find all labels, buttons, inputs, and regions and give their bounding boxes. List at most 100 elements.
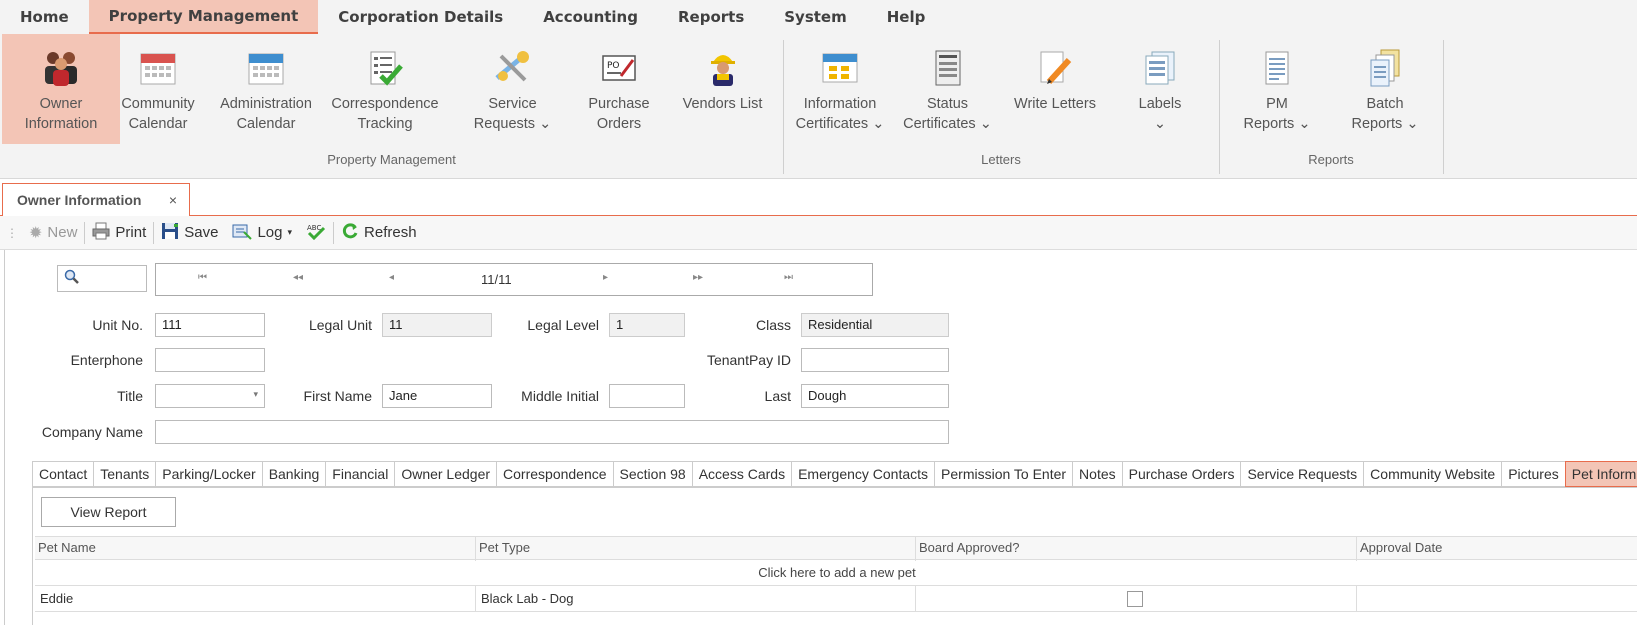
class-field: Residential <box>801 313 949 337</box>
ribbon-label: Calendar <box>128 116 188 132</box>
tenantpay-id-field[interactable] <box>801 348 949 372</box>
tab-contact[interactable]: Contact <box>32 461 94 487</box>
middle-initial-field[interactable] <box>609 384 685 408</box>
menu-system[interactable]: System <box>764 0 866 34</box>
title-select[interactable]: ▾ <box>155 384 265 408</box>
tab-section-98[interactable]: Section 98 <box>612 461 692 487</box>
ribbon-label: Vendors List <box>682 96 763 112</box>
tab-pet-information[interactable]: Pet Information <box>1564 461 1637 487</box>
add-new-pet-row[interactable]: Click here to add a new pet <box>35 560 1637 586</box>
tab-permission-to-enter[interactable]: Permission To Enter <box>934 461 1073 487</box>
ribbon-owner-information-button[interactable]: Owner Information <box>2 34 120 144</box>
previous-record-button[interactable]: ◂ <box>389 272 394 283</box>
next-record-button[interactable]: ▸ <box>603 272 608 283</box>
report-icon <box>1255 46 1299 90</box>
ribbon-label: Community <box>121 96 195 112</box>
pet-name-cell[interactable]: Eddie <box>35 586 475 612</box>
batch-report-icon <box>1363 46 1407 90</box>
ribbon-label: Service <box>488 96 537 112</box>
detail-tabs: Contact Tenants Parking/Locker Banking F… <box>32 461 1637 487</box>
ribbon-correspondence-tracking-button[interactable]: Correspondence Tracking <box>330 34 440 144</box>
tenantpay-id-label: TenantPay ID <box>706 352 791 368</box>
first-name-field[interactable]: Jane <box>382 384 492 408</box>
tab-owner-information[interactable]: Owner Information × <box>2 183 190 217</box>
ribbon-community-calendar-button[interactable]: Community Calendar <box>118 34 198 144</box>
menu-corporation-details[interactable]: Corporation Details <box>318 0 523 34</box>
approval-date-cell[interactable] <box>1356 586 1637 612</box>
new-button[interactable]: ✹ New <box>22 219 84 247</box>
ribbon-status-certificates-button[interactable]: Status Certificates ⌄ <box>895 34 1000 144</box>
company-name-label: Company Name <box>41 424 143 440</box>
company-name-field[interactable] <box>155 420 949 444</box>
close-icon[interactable]: × <box>169 192 177 208</box>
unit-no-label: Unit No. <box>92 317 143 333</box>
ribbon-label: Write Letters <box>1014 96 1096 112</box>
legal-unit-label: Legal Unit <box>308 317 372 333</box>
tab-purchase-orders[interactable]: Purchase Orders <box>1121 461 1241 487</box>
tab-community-website[interactable]: Community Website <box>1363 461 1502 487</box>
ribbon-pm-reports-button[interactable]: PM Reports ⌄ <box>1232 34 1322 144</box>
tab-financial[interactable]: Financial <box>325 461 395 487</box>
labels-icon <box>1138 46 1182 90</box>
next-page-button[interactable]: ▸▸ <box>693 272 703 283</box>
board-approved-checkbox[interactable] <box>1127 591 1143 607</box>
pet-information-panel: View Report Pet Name Pet Type Board Appr… <box>32 487 1637 625</box>
unit-no-field[interactable]: 111 <box>155 313 265 337</box>
ribbon-service-requests-button[interactable]: Service Requests ⌄ <box>455 34 570 144</box>
ribbon-label: Reports ⌄ <box>1351 116 1419 132</box>
menu-property-management[interactable]: Property Management <box>88 0 319 34</box>
save-button[interactable]: Save <box>154 219 225 247</box>
tab-banking[interactable]: Banking <box>261 461 326 487</box>
menu-help[interactable]: Help <box>867 0 946 34</box>
tab-owner-ledger[interactable]: Owner Ledger <box>394 461 497 487</box>
checklist-icon <box>363 46 407 90</box>
tab-parking-locker[interactable]: Parking/Locker <box>155 461 262 487</box>
menu-home[interactable]: Home <box>0 0 89 34</box>
last-name-field[interactable]: Dough <box>801 384 949 408</box>
ribbon-purchase-orders-button[interactable]: PO Purchase Orders <box>575 34 663 144</box>
column-header-pet-type[interactable]: Pet Type <box>475 537 915 561</box>
ribbon-label: Information <box>803 96 877 112</box>
tab-service-requests[interactable]: Service Requests <box>1240 461 1364 487</box>
ribbon-label: Orders <box>596 116 642 132</box>
refresh-icon <box>341 222 359 244</box>
enterphone-field[interactable] <box>155 348 265 372</box>
pet-grid-header: Pet Name Pet Type Board Approved? Approv… <box>35 536 1637 561</box>
tab-emergency-contacts[interactable]: Emergency Contacts <box>791 461 935 487</box>
spellcheck-button[interactable]: ABC <box>299 219 333 247</box>
tab-pictures[interactable]: Pictures <box>1501 461 1565 487</box>
tab-notes[interactable]: Notes <box>1072 461 1122 487</box>
first-record-button[interactable]: ⏮ <box>198 272 207 283</box>
view-report-button[interactable]: View Report <box>41 497 176 527</box>
print-button[interactable]: Print <box>85 219 153 247</box>
ribbon-labels-button[interactable]: Labels ⌄ <box>1120 34 1200 144</box>
class-label: Class <box>755 317 791 333</box>
ribbon-batch-reports-button[interactable]: Batch Reports ⌄ <box>1340 34 1430 144</box>
refresh-button[interactable]: Refresh <box>334 219 424 247</box>
search-input[interactable] <box>57 265 147 292</box>
ribbon-information-certificates-button[interactable]: Information Certificates ⌄ <box>790 34 890 144</box>
column-header-approval-date[interactable]: Approval Date <box>1356 537 1637 561</box>
log-label: Log <box>257 224 283 241</box>
column-header-board-approved[interactable]: Board Approved? <box>915 537 1356 561</box>
ribbon-write-letters-button[interactable]: Write Letters <box>1005 34 1105 144</box>
tab-correspondence[interactable]: Correspondence <box>496 461 613 487</box>
previous-page-button[interactable]: ◂◂ <box>293 272 303 283</box>
column-header-pet-name[interactable]: Pet Name <box>35 537 475 561</box>
table-row[interactable]: Eddie Black Lab - Dog <box>35 586 1637 612</box>
menu-accounting[interactable]: Accounting <box>523 0 658 34</box>
board-approved-cell <box>915 586 1356 612</box>
document-tab-bar: Owner Information × <box>0 180 1637 217</box>
tab-access-cards[interactable]: Access Cards <box>691 461 792 487</box>
last-record-button[interactable]: ⏭ <box>784 272 793 283</box>
tab-tenants[interactable]: Tenants <box>93 461 156 487</box>
search-icon <box>64 269 80 288</box>
new-label: New <box>47 224 78 241</box>
menu-reports[interactable]: Reports <box>658 0 764 34</box>
log-button[interactable]: Log ▾ <box>225 219 299 247</box>
ribbon-label: Administration <box>220 96 312 112</box>
calendar-icon <box>136 46 180 90</box>
ribbon-vendors-list-button[interactable]: Vendors List <box>675 34 770 144</box>
pet-type-cell[interactable]: Black Lab - Dog <box>475 586 915 612</box>
ribbon-administration-calendar-button[interactable]: Administration Calendar <box>217 34 315 144</box>
